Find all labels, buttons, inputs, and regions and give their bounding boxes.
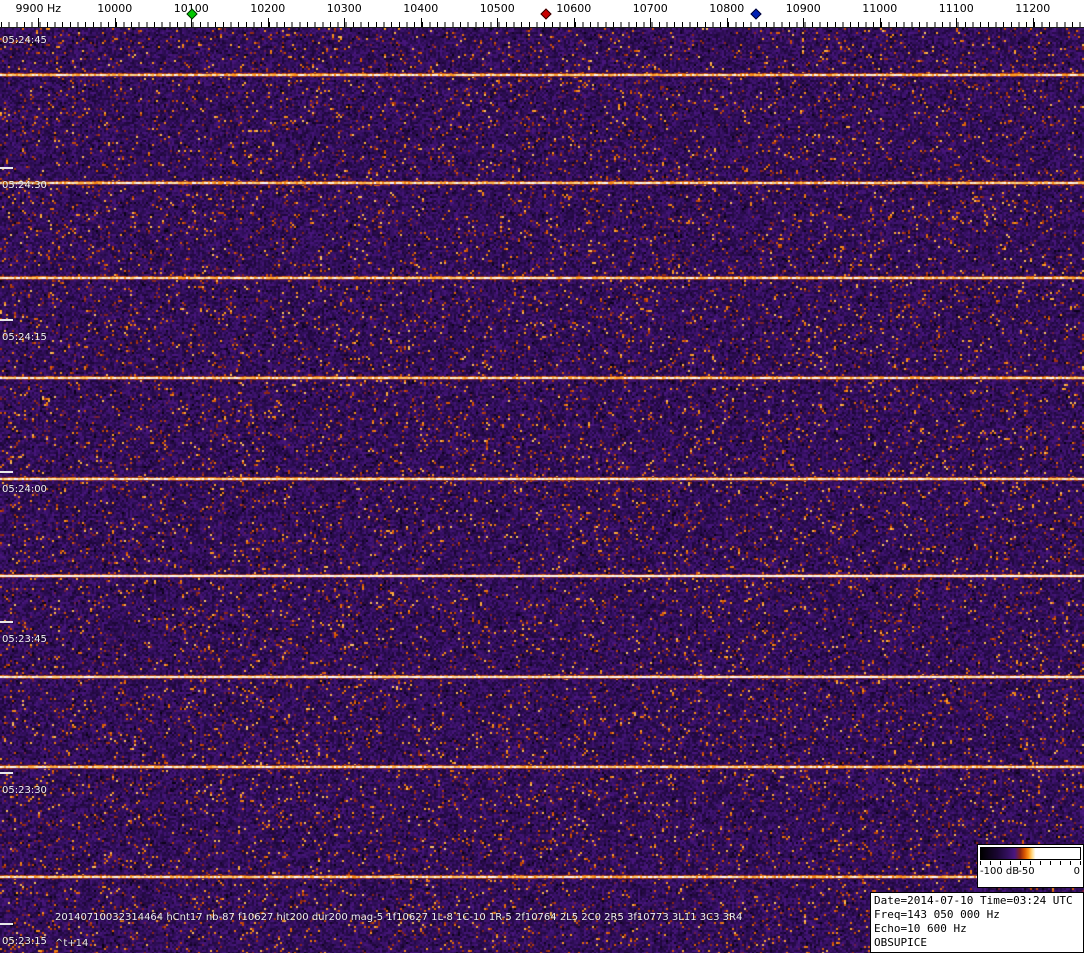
observation-info-box: Date=2014-07-10 Time=03:24 UTC Freq=143 …	[870, 892, 1084, 953]
ruler-tick-label: 10200	[250, 2, 285, 15]
ruler-major-tick	[727, 18, 728, 27]
ruler-minor-ticks	[1, 22, 1084, 27]
legend-labels: -100 dB -50 0	[980, 865, 1081, 879]
ruler-major-tick	[497, 18, 498, 27]
ruler-major-tick	[268, 18, 269, 27]
marker-blue-diamond-icon[interactable]	[750, 8, 761, 19]
ruler-tick-label: 10000	[97, 2, 132, 15]
ruler-tick-label: 10300	[327, 2, 362, 15]
ruler-tick-label: 11100	[939, 2, 974, 15]
ruler-major-tick	[421, 18, 422, 27]
ruler-tick-label: 11200	[1015, 2, 1050, 15]
legend-label-max: 0	[1074, 866, 1080, 877]
ruler-major-tick	[115, 18, 116, 27]
spectrogram-canvas[interactable]	[0, 28, 1084, 953]
marker-red-diamond-icon[interactable]	[541, 8, 552, 19]
ruler-major-tick	[803, 18, 804, 27]
color-gradient-bar	[980, 847, 1081, 860]
frequency-ruler[interactable]: 9900 Hz100001010010200103001040010500106…	[0, 0, 1084, 28]
ruler-tick-label: 10500	[480, 2, 515, 15]
ruler-major-tick	[574, 18, 575, 27]
ruler-major-tick	[650, 18, 651, 27]
legend-label-mid: -50	[1018, 866, 1034, 877]
ruler-tick-label: 11000	[862, 2, 897, 15]
ruler-tick-label: 10700	[633, 2, 668, 15]
ruler-tick-label: 10900	[786, 2, 821, 15]
info-echo-frequency: Echo=10 600 Hz	[874, 922, 1080, 936]
ruler-major-tick	[1033, 18, 1034, 27]
legend-label-min: -100 dB	[980, 866, 1019, 877]
ruler-tick-label: 10800	[709, 2, 744, 15]
spectrogram-app: 9900 Hz100001010010200103001040010500106…	[0, 0, 1084, 953]
ruler-tick-label: 10600	[556, 2, 591, 15]
ruler-major-tick	[956, 18, 957, 27]
ruler-major-tick	[880, 18, 881, 27]
color-scale-legend: -100 dB -50 0	[977, 844, 1084, 888]
ruler-tick-label: 9900 Hz	[15, 2, 61, 15]
info-frequency: Freq=143 050 000 Hz	[874, 908, 1080, 922]
info-date-time: Date=2014-07-10 Time=03:24 UTC	[874, 894, 1080, 908]
ruler-major-tick	[38, 18, 39, 27]
ruler-major-tick	[344, 18, 345, 27]
info-station-name: OBSUPICE	[874, 936, 1080, 950]
ruler-tick-label: 10400	[403, 2, 438, 15]
